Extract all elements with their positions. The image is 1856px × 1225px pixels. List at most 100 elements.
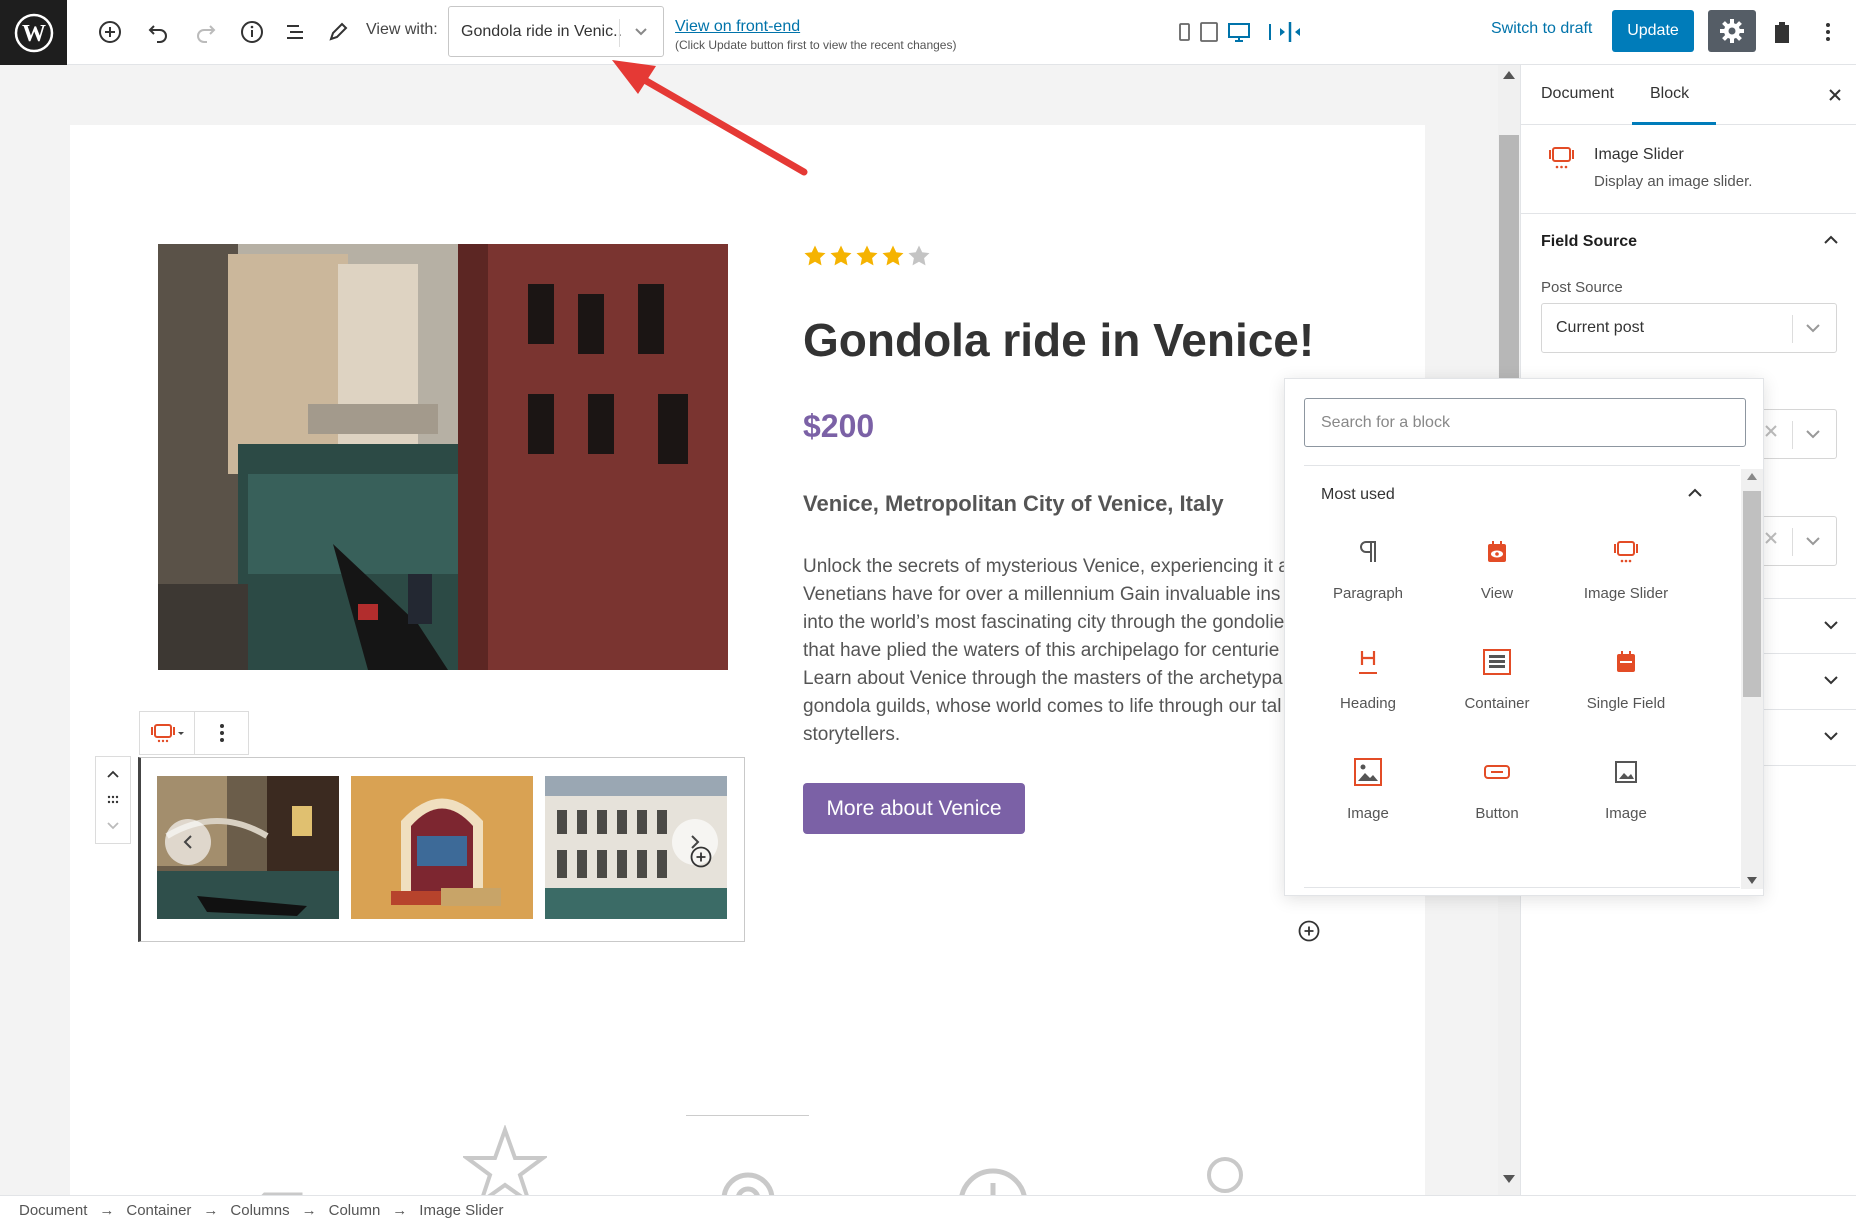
separator — [686, 1115, 809, 1116]
chevron-down-icon — [1821, 615, 1841, 640]
settings-gear-icon[interactable] — [1708, 10, 1756, 52]
info-icon[interactable] — [234, 14, 270, 50]
rating-stars — [803, 244, 931, 268]
editor-toolbar: W View with: Gondola ride in Venic... Vi… — [0, 0, 1856, 65]
view-on-front-end-link[interactable]: View on front-end — [675, 18, 800, 36]
star-outline-icon — [463, 1125, 547, 1195]
user-icon — [1207, 1157, 1243, 1193]
main-slider-image[interactable] — [158, 244, 728, 670]
chevron-down-icon[interactable] — [629, 19, 653, 48]
breadcrumb-arrow-icon: → — [99, 1202, 115, 1219]
post-page: Gondola ride in Venice! $200 Venice, Met… — [70, 125, 1425, 1195]
clear-icon[interactable] — [1764, 424, 1778, 443]
wordpress-logo-icon[interactable]: W — [0, 0, 67, 65]
description-line: Learn about Venice through the masters o… — [803, 668, 1283, 689]
close-icon[interactable] — [1823, 83, 1847, 107]
block-item-heading[interactable]: Heading — [1304, 639, 1432, 739]
paragraph-icon — [1356, 529, 1380, 575]
post-price: $200 — [803, 408, 875, 444]
block-card: Image Slider Display an image slider. — [1521, 125, 1856, 214]
category-most-used[interactable]: Most used — [1321, 486, 1395, 504]
select-separator — [619, 19, 620, 47]
block-item-image[interactable]: Image — [1562, 749, 1690, 849]
image-slider-icon — [1612, 529, 1640, 575]
single-field-icon — [1614, 639, 1638, 685]
block-item-label: Single Field — [1586, 695, 1666, 712]
block-item-label: Image Slider — [1583, 585, 1669, 602]
image-slider-icon — [1549, 147, 1574, 169]
price-tag-icon — [261, 1192, 303, 1195]
breadcrumb-item[interactable]: Columns — [230, 1202, 289, 1219]
field-source-panel-toggle[interactable]: Field Source — [1521, 214, 1856, 270]
more-options-icon[interactable] — [1810, 14, 1846, 50]
description-line: storytellers. — [803, 724, 901, 745]
block-item-button[interactable]: Button — [1433, 749, 1561, 849]
block-card-description: Display an image slider. — [1594, 173, 1753, 190]
post-title: Gondola ride in Venice! — [803, 314, 1315, 366]
block-search-input[interactable] — [1304, 398, 1746, 447]
view-with-label: View with: — [366, 21, 438, 38]
block-item-label: View — [1480, 585, 1514, 602]
chevron-down-icon — [1802, 317, 1824, 344]
breadcrumb-item: Image Slider — [419, 1202, 504, 1219]
block-item-paragraph[interactable]: Paragraph — [1304, 529, 1432, 629]
post-source-select[interactable]: Current post — [1541, 303, 1837, 353]
description-line: that have plied the waters of this archi… — [803, 640, 1280, 661]
drag-handle-icon[interactable] — [101, 790, 125, 810]
thumbnail-image[interactable] — [351, 776, 533, 919]
breadcrumb-item[interactable]: Column — [329, 1202, 381, 1219]
plugin-block-icon[interactable] — [1764, 14, 1800, 50]
block-item-single-field[interactable]: Single Field — [1562, 639, 1690, 739]
update-button[interactable]: Update — [1612, 10, 1694, 52]
block-item-view[interactable]: View — [1433, 529, 1561, 629]
location-pin-icon — [721, 1172, 775, 1195]
chevron-up-icon[interactable] — [1685, 483, 1705, 508]
breadcrumb: Document → Container → Columns → Column … — [19, 1202, 504, 1219]
breadcrumb-item[interactable]: Document — [19, 1202, 87, 1219]
button-icon — [1482, 749, 1512, 795]
move-down-icon[interactable] — [101, 816, 125, 836]
block-type-switcher[interactable] — [140, 712, 194, 754]
more-about-venice-button[interactable]: More about Venice — [803, 783, 1025, 834]
block-item-label: Image — [1605, 805, 1647, 822]
breadcrumb-arrow-icon: → — [392, 1202, 408, 1219]
select-separator — [1792, 315, 1793, 343]
tab-document[interactable]: Document — [1541, 85, 1614, 103]
breadcrumb-item[interactable]: Container — [126, 1202, 191, 1219]
block-card-title: Image Slider — [1594, 146, 1684, 163]
breadcrumb-arrow-icon: → — [203, 1202, 219, 1219]
add-block-plus-icon[interactable] — [1297, 919, 1321, 943]
block-more-options-icon[interactable] — [194, 712, 248, 754]
add-block-icon[interactable] — [92, 14, 128, 50]
block-item-image[interactable]: Image — [1304, 749, 1432, 849]
list-view-icon[interactable] — [277, 14, 313, 50]
inserter-scrollbar-thumb[interactable] — [1743, 491, 1761, 697]
separator — [1304, 465, 1740, 466]
sidebar-tabs: Document Block — [1521, 65, 1856, 125]
add-block-plus-icon[interactable] — [689, 845, 713, 869]
switch-to-draft-button[interactable]: Switch to draft — [1491, 20, 1592, 38]
move-up-icon[interactable] — [101, 764, 125, 784]
split-preview-icon[interactable] — [1272, 14, 1308, 50]
clear-icon[interactable] — [1764, 531, 1778, 550]
container-icon — [1482, 639, 1512, 685]
chevron-up-icon — [1821, 230, 1841, 255]
view-with-select[interactable]: Gondola ride in Venic... — [448, 6, 664, 57]
chevron-down-icon — [1821, 726, 1841, 751]
image-icon — [1353, 749, 1383, 795]
post-source-value: Current post — [1556, 319, 1645, 336]
block-toolbar — [139, 711, 249, 755]
redo-icon[interactable] — [188, 14, 224, 50]
edit-pencil-icon[interactable] — [320, 14, 356, 50]
slider-prev-button[interactable] — [165, 819, 211, 865]
undo-icon[interactable] — [140, 14, 176, 50]
block-item-image-slider[interactable]: Image Slider — [1562, 529, 1690, 629]
separator — [1304, 887, 1740, 888]
block-item-container[interactable]: Container — [1433, 639, 1561, 739]
image-icon — [1613, 749, 1639, 795]
star-filled-icon — [882, 245, 904, 266]
front-end-note: (Click Update button first to view the r… — [675, 38, 957, 52]
block-item-label: Image — [1347, 805, 1389, 822]
tab-block[interactable]: Block — [1650, 85, 1689, 103]
svg-text:W: W — [22, 21, 46, 47]
